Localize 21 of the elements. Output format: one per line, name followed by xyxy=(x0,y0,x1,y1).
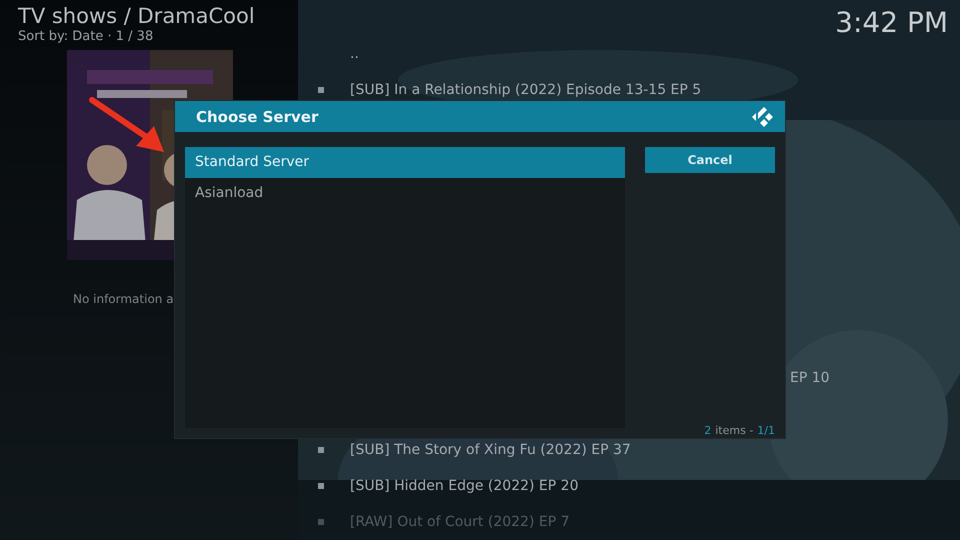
bullet-icon xyxy=(318,519,324,525)
breadcrumb-title: TV shows / DramaCool xyxy=(18,3,255,29)
diamond-logo-icon xyxy=(751,104,775,128)
list-item[interactable]: EP 10 xyxy=(790,370,830,386)
dialog-title: Choose Server xyxy=(196,108,318,126)
bullet-icon xyxy=(318,87,324,93)
list-item[interactable]: .. xyxy=(350,46,359,62)
list-item[interactable]: [SUB] The Story of Xing Fu (2022) EP 37 xyxy=(350,442,631,458)
items-label: items - xyxy=(715,424,754,437)
clock: 3:42 PM xyxy=(835,5,948,41)
list-item[interactable]: [SUB] Hidden Edge (2022) EP 20 xyxy=(350,478,578,494)
cancel-button[interactable]: Cancel xyxy=(645,147,775,173)
info-text: No information a xyxy=(73,292,175,306)
server-option[interactable]: Asianload xyxy=(185,178,625,209)
bullet-icon xyxy=(318,447,324,453)
server-option[interactable]: Standard Server xyxy=(185,147,625,178)
bullet-icon xyxy=(318,483,324,489)
page-indicator: 1/1 xyxy=(757,424,775,437)
item-count: 2 xyxy=(704,424,712,437)
list-item[interactable]: [SUB] In a Relationship (2022) Episode 13-15 EP 5 xyxy=(350,82,702,98)
sort-info: Sort by: Date · 1 / 38 xyxy=(18,29,154,45)
